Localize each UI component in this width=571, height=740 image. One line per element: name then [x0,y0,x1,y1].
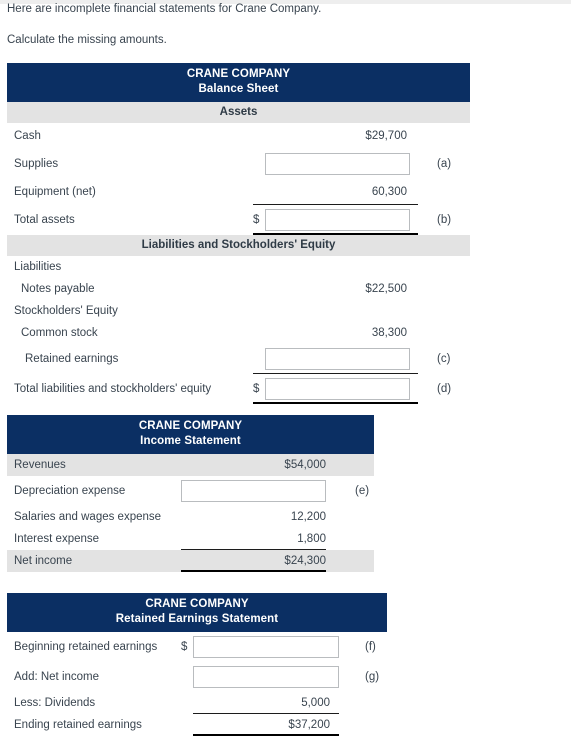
table-row: Ending retained earnings $37,200 [7,714,387,736]
balance-sheet-title: Balance Sheet [198,83,279,95]
table-row: Common stock 38,300 [7,321,470,344]
table-row: Cash $29,700 [7,123,470,149]
table-row: Supplies (a) [7,149,470,179]
retained-earnings-header: CRANE COMPANY Retained Earnings Statemen… [7,593,387,632]
dollar-sign-total-liabilities: $ [253,383,260,395]
tag-a: (a) [437,158,452,170]
tag-g: (g) [365,671,380,683]
tag-b: (b) [437,214,452,226]
table-row: Add: Net income (g) [7,662,387,692]
balance-sheet-company: CRANE COMPANY [186,68,291,80]
dollar-sign-total-assets: $ [253,214,260,226]
total-assets-input[interactable] [265,209,410,231]
row-amount-common-stock: 38,300 [371,326,407,339]
table-row: Net income $24,300 [7,550,374,572]
table-row: Beginning retained earnings $ (f) [7,632,387,662]
retained-earnings-title: Retained Earnings Statement [115,613,279,625]
row-amount-ending-retained-earnings: $37,200 [288,719,330,731]
income-statement-title: Income Statement [140,435,241,447]
total-rule [253,402,418,404]
row-amount-salaries-wages-expense: 12,200 [290,511,326,523]
table-row: Total liabilities and stockholders' equi… [7,374,470,404]
row-amount-less-dividends: 5,000 [301,697,330,709]
row-amount-net-income: $24,300 [284,555,326,567]
table-row: Revenues $54,000 [7,454,374,476]
row-label-common-stock: Common stock [21,326,98,339]
total-rule [253,233,418,235]
table-row: Less: Dividends 5,000 [7,692,387,714]
add-net-income-input[interactable] [193,666,339,688]
total-rule [193,734,339,736]
page-root: Here are incomplete financial statements… [0,0,571,740]
balance-sheet-table: CRANE COMPANY Balance Sheet Assets Cash … [7,63,470,404]
row-amount-notes-payable: $22,500 [365,282,407,295]
row-label-revenues: Revenues [14,459,66,471]
dollar-sign-beginning-retained-earnings: $ [181,641,188,653]
total-rule [181,570,326,572]
beginning-retained-earnings-input[interactable] [193,636,339,658]
row-label-ending-retained-earnings: Ending retained earnings [14,719,142,731]
row-label-depreciation-expense: Depreciation expense [14,485,126,497]
income-statement-company: CRANE COMPANY [138,420,243,432]
table-row: Salaries and wages expense 12,200 [7,506,374,528]
row-amount-cash: $29,700 [365,130,407,142]
row-label-stockholders-equity: Stockholders' Equity [14,304,118,317]
intro-line-2: Calculate the missing amounts. [7,34,167,46]
row-label-total-assets: Total assets [14,214,75,226]
row-label-total-liabilities-equity: Total liabilities and stockholders' equi… [14,383,212,395]
income-statement-table: CRANE COMPANY Income Statement Revenues … [7,415,374,572]
row-amount-interest-expense: 1,800 [297,533,326,545]
row-label-retained-earnings: Retained earnings [25,353,119,365]
table-row: Interest expense 1,800 [7,528,374,550]
table-row: Depreciation expense (e) [7,476,374,506]
table-row: Stockholders' Equity [7,300,470,321]
row-label-salaries-wages-expense: Salaries and wages expense [14,511,162,523]
table-row: Liabilities [7,256,470,277]
table-row: Equipment (net) 60,300 [7,179,470,205]
row-amount-equipment: 60,300 [371,186,407,198]
row-label-interest-expense: Interest expense [14,533,100,545]
row-label-less-dividends: Less: Dividends [14,697,96,709]
liabilities-section-header: Liabilities and Stockholders' Equity [7,235,470,256]
table-row: Notes payable $22,500 [7,277,470,300]
tag-c: (c) [437,353,451,365]
table-row: Total assets $ (b) [7,205,470,235]
assets-section-header: Assets [7,102,470,123]
row-label-cash: Cash [14,130,41,142]
row-amount-revenues: $54,000 [284,459,326,471]
row-label-supplies: Supplies [14,158,59,170]
balance-sheet-header: CRANE COMPANY Balance Sheet [7,63,470,102]
table-row: Retained earnings (c) [7,344,470,374]
depreciation-expense-input[interactable] [181,480,326,502]
row-label-net-income: Net income [14,555,73,567]
tag-f: (f) [365,641,376,653]
income-statement-header: CRANE COMPANY Income Statement [7,415,374,454]
row-label-notes-payable: Notes payable [21,282,95,295]
tag-d: (d) [437,383,452,395]
retained-earnings-input[interactable] [265,348,410,370]
row-label-liabilities: Liabilities [14,260,62,273]
intro-line-1: Here are incomplete financial statements… [7,3,322,15]
retained-earnings-company: CRANE COMPANY [145,598,249,610]
supplies-input[interactable] [265,153,410,175]
tag-e: (e) [355,485,370,497]
row-label-beginning-retained-earnings: Beginning retained earnings [14,641,158,653]
row-label-add-net-income: Add: Net income [14,671,100,683]
retained-earnings-statement-table: CRANE COMPANY Retained Earnings Statemen… [7,593,387,736]
row-label-equipment: Equipment (net) [14,186,96,198]
total-liabilities-equity-input[interactable] [265,378,410,400]
